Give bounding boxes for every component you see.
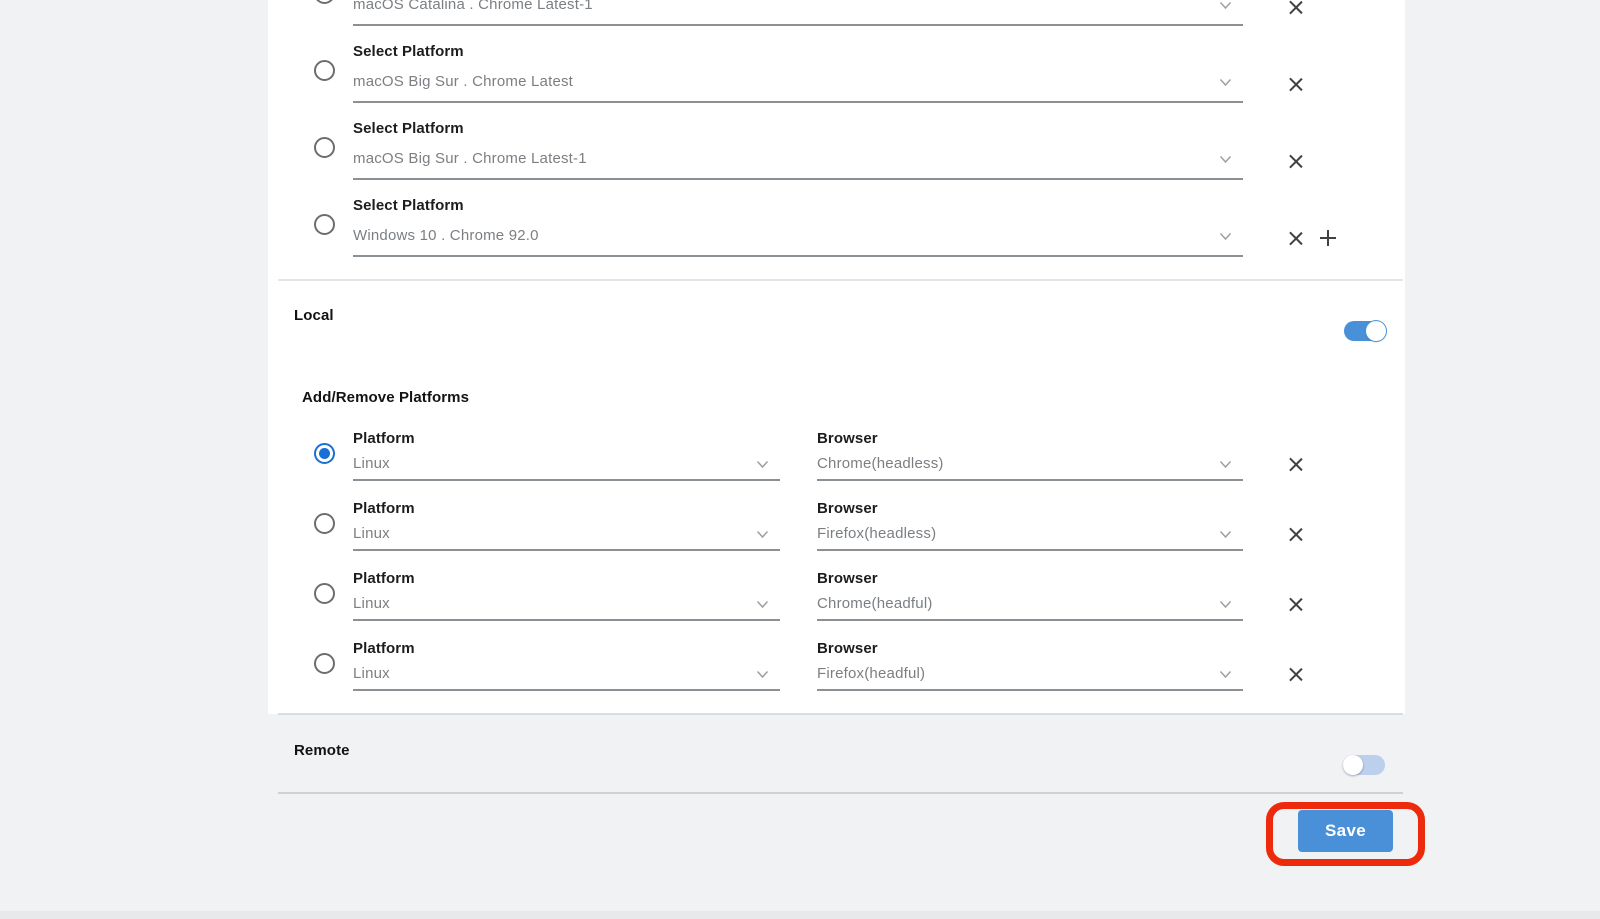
chevron-down-icon[interactable]: [1219, 1, 1232, 10]
chevron-down-icon[interactable]: [1219, 670, 1232, 679]
chevron-down-icon[interactable]: [1219, 78, 1232, 87]
close-icon[interactable]: [1288, 153, 1304, 169]
field-underline: [353, 619, 780, 621]
local-toggle[interactable]: [1344, 321, 1386, 341]
select-platform-row: Select Platform macOS Big Sur . Chrome L…: [268, 115, 1405, 193]
platform-row: Platform Linux Browser Chrome(headful): [268, 565, 1405, 635]
chevron-down-icon[interactable]: [1219, 232, 1232, 241]
field-underline: [353, 101, 1243, 103]
browser-value[interactable]: Firefox(headless): [817, 525, 936, 543]
select-platform-row: Select Platform macOS Big Sur . Chrome L…: [268, 38, 1405, 116]
select-platform-value[interactable]: macOS Big Sur . Chrome Latest-1: [353, 150, 587, 168]
add-icon[interactable]: [1320, 230, 1336, 246]
chevron-down-icon[interactable]: [756, 670, 769, 679]
close-icon[interactable]: [1288, 0, 1304, 15]
select-platform-label: Select Platform: [353, 43, 464, 61]
platform-label: Platform: [353, 430, 415, 448]
platform-label: Platform: [353, 570, 415, 588]
close-icon[interactable]: [1288, 76, 1304, 92]
toggle-knob: [1366, 321, 1386, 341]
select-platform-value[interactable]: Windows 10 . Chrome 92.0: [353, 227, 539, 245]
platform-value[interactable]: Linux: [353, 595, 390, 613]
chevron-down-icon[interactable]: [756, 460, 769, 469]
add-remove-platforms-heading: Add/Remove Platforms: [302, 389, 469, 406]
radio-button[interactable]: [314, 513, 335, 534]
field-underline: [353, 24, 1243, 26]
section-divider: [278, 279, 1403, 281]
browser-label: Browser: [817, 430, 878, 448]
select-platform-row: macOS Catalina . Chrome Latest-1: [268, 0, 1405, 39]
field-underline: [817, 689, 1243, 691]
select-platform-row: Select Platform Windows 10 . Chrome 92.0: [268, 192, 1405, 270]
radio-button[interactable]: [314, 214, 335, 235]
radio-button[interactable]: [314, 653, 335, 674]
chevron-down-icon[interactable]: [1219, 600, 1232, 609]
field-underline: [817, 619, 1243, 621]
browser-value[interactable]: Firefox(headful): [817, 665, 925, 683]
field-underline: [817, 479, 1243, 481]
select-platform-value[interactable]: macOS Big Sur . Chrome Latest: [353, 73, 573, 91]
select-platform-label: Select Platform: [353, 197, 464, 215]
field-underline: [353, 178, 1243, 180]
chevron-down-icon[interactable]: [1219, 530, 1232, 539]
chevron-down-icon[interactable]: [1219, 155, 1232, 164]
platform-label: Platform: [353, 500, 415, 518]
close-icon[interactable]: [1288, 526, 1304, 542]
close-icon[interactable]: [1288, 596, 1304, 612]
bottom-strip: [0, 911, 1600, 919]
field-underline: [353, 479, 780, 481]
chevron-down-icon[interactable]: [756, 600, 769, 609]
browser-label: Browser: [817, 640, 878, 658]
radio-button[interactable]: [314, 0, 335, 4]
chevron-down-icon[interactable]: [1219, 460, 1232, 469]
toggle-knob: [1343, 755, 1363, 775]
field-underline: [353, 689, 780, 691]
radio-button[interactable]: [314, 137, 335, 158]
browser-label: Browser: [817, 500, 878, 518]
save-button[interactable]: Save: [1298, 810, 1393, 852]
platform-value[interactable]: Linux: [353, 525, 390, 543]
radio-button[interactable]: [314, 443, 335, 464]
close-icon[interactable]: [1288, 666, 1304, 682]
radio-button[interactable]: [314, 583, 335, 604]
field-underline: [353, 549, 780, 551]
field-underline: [353, 255, 1243, 257]
browser-label: Browser: [817, 570, 878, 588]
platform-row: Platform Linux Browser Firefox(headful): [268, 635, 1405, 705]
platform-value[interactable]: Linux: [353, 665, 390, 683]
section-divider: [278, 792, 1403, 794]
remote-toggle[interactable]: [1343, 755, 1385, 775]
select-platform-label: Select Platform: [353, 120, 464, 138]
platform-settings-card: macOS Catalina . Chrome Latest-1 Select …: [268, 0, 1405, 714]
local-label: Local: [294, 307, 334, 324]
browser-value[interactable]: Chrome(headless): [817, 455, 944, 473]
select-platform-value[interactable]: macOS Catalina . Chrome Latest-1: [353, 0, 593, 14]
platform-row: Platform Linux Browser Firefox(headless): [268, 495, 1405, 565]
remote-label: Remote: [294, 742, 350, 759]
chevron-down-icon[interactable]: [756, 530, 769, 539]
platform-value[interactable]: Linux: [353, 455, 390, 473]
radio-button[interactable]: [314, 60, 335, 81]
platform-settings-page: macOS Catalina . Chrome Latest-1 Select …: [0, 0, 1600, 919]
platform-label: Platform: [353, 640, 415, 658]
field-underline: [817, 549, 1243, 551]
browser-value[interactable]: Chrome(headful): [817, 595, 933, 613]
close-icon[interactable]: [1288, 230, 1304, 246]
close-icon[interactable]: [1288, 456, 1304, 472]
section-divider: [278, 713, 1403, 715]
platform-row: Platform Linux Browser Chrome(headless): [268, 425, 1405, 495]
